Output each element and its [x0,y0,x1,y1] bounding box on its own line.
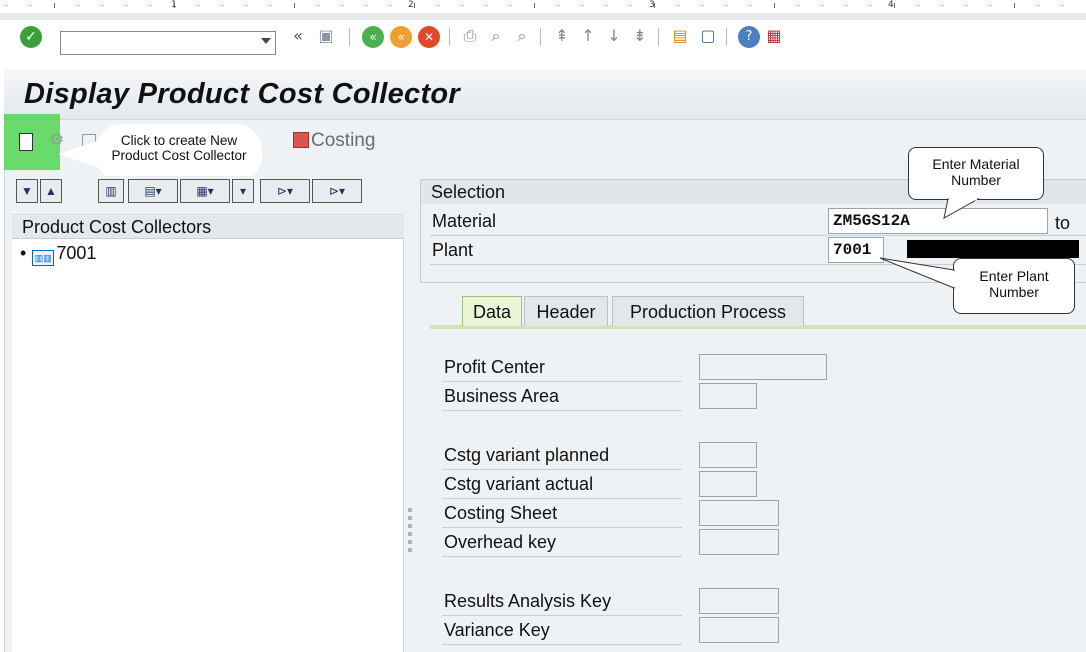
tree-header: Product Cost Collectors [12,213,404,239]
tree-header-label: Product Cost Collectors [22,217,212,237]
create-session-icon[interactable]: ▤ [670,26,690,46]
variance-key-input[interactable] [699,617,779,643]
callout-plant-text: Enter Plant Number [979,268,1049,300]
field-row: Cstg variant actual [442,471,682,499]
cstg-variant-actual-input[interactable] [699,471,757,497]
callout-new-collector: Click to create New Product Cost Collect… [96,124,262,182]
field-label: Cstg variant planned [444,445,610,465]
create-new-button[interactable] [19,133,33,151]
selection-header-label: Selection [431,182,506,202]
material-input[interactable]: ZM5GS12A [828,208,1048,234]
material-label: Material [432,211,497,231]
callout-plant-pointer [879,257,955,289]
collapse-all-icon[interactable]: ▲ [40,179,62,203]
enter-icon[interactable]: ✓ [20,26,42,48]
field-row: Variance Key [442,617,682,645]
results-analysis-key-input[interactable] [699,588,779,614]
tab-data[interactable]: Data [462,296,522,326]
system-toolbar: ✓ « ▣ « « ✕ ⎙ ⌕ ⌕ ⇞ ↑ ↓ ⇟ ▤ ▢ ? ▦ [0,13,1086,61]
collapse-icon[interactable]: « [288,26,308,46]
find-next-icon[interactable]: ⌕ [512,26,532,46]
costing-label: Costing [311,130,376,151]
next-page-icon[interactable]: ↓ [604,26,624,46]
field-label: Business Area [444,386,560,406]
first-page-icon[interactable]: ⇞ [552,26,572,46]
column-icon[interactable]: ▥ [98,179,124,203]
callout-material: Enter Material Number [908,147,1044,200]
field-label: Profit Center [444,357,546,377]
save-icon[interactable]: ▣ [316,26,336,46]
print-icon[interactable]: ⎙ [460,26,480,46]
factory-icon: ▥▥ [32,250,55,266]
back-icon[interactable]: « [362,26,384,48]
print-tree-icon[interactable]: ▤▾ [128,179,178,203]
field-label: Variance Key [444,620,550,640]
cancel-icon[interactable]: ✕ [418,26,440,48]
costing-icon [293,132,309,148]
ruler-number: 2 [408,0,414,10]
shortcut-icon[interactable]: ▢ [698,26,718,46]
field-label: Overhead key [444,532,557,552]
callout-pointer [58,140,100,168]
command-field[interactable] [60,31,276,55]
customize-layout-icon[interactable]: ▦ [764,26,784,46]
tree-item[interactable]: • ▥▥ 7001 [20,243,96,266]
callout-plant: Enter Plant Number [953,258,1075,314]
cstg-variant-planned-input[interactable] [699,442,757,468]
business-area-input[interactable] [699,383,757,409]
title-bar: Display Product Cost Collector [4,70,1086,120]
plant-label: Plant [432,240,474,260]
field-row: Business Area [442,383,682,411]
export-alt-icon[interactable]: ⊳▾ [312,179,362,203]
ruler-number: 4 [888,0,894,10]
overhead-key-input[interactable] [699,529,779,555]
field-row: Overhead key [442,529,682,557]
callout-material-pointer [943,198,980,219]
tree-item-label: 7001 [56,243,97,263]
find-icon[interactable]: ⌕ [486,26,506,46]
export-icon[interactable]: ⊳▾ [260,179,310,203]
tab-header[interactable]: Header [524,296,608,326]
bullet-icon: • [20,243,27,263]
to-label: to [1055,213,1071,233]
field-label: Cstg variant actual [444,474,594,494]
tab-production-process[interactable]: Production Process [612,296,804,326]
plant-input[interactable]: 7001 [828,237,884,263]
field-row: Results Analysis Key [442,588,682,616]
costing-sheet-input[interactable] [699,500,779,526]
costing-button[interactable]: Costing [293,130,375,152]
command-dropdown-icon[interactable] [261,38,271,44]
field-row: Costing Sheet [442,500,682,528]
callout-new-collector-text: Click to create New Product Cost Collect… [111,133,247,163]
layout-icon[interactable]: ▦▾ [180,179,230,203]
panel-splitter[interactable] [404,176,418,652]
profit-center-input[interactable] [699,354,827,380]
settings-icon[interactable]: ▾ [232,179,254,203]
ruler: 1 2 3 4 [0,0,1086,13]
previous-page-icon[interactable]: ↑ [578,26,598,46]
last-page-icon[interactable]: ⇟ [630,26,650,46]
exit-icon[interactable]: « [390,26,412,48]
field-row: Profit Center [442,354,682,382]
field-label: Results Analysis Key [444,591,612,611]
page-title: Display Product Cost Collector [24,78,461,110]
field-label: Costing Sheet [444,503,558,523]
expand-all-icon[interactable]: ▼ [16,179,38,203]
callout-material-text: Enter Material Number [932,156,1020,188]
field-row: Cstg variant planned [442,442,682,470]
help-icon[interactable]: ? [738,26,760,48]
